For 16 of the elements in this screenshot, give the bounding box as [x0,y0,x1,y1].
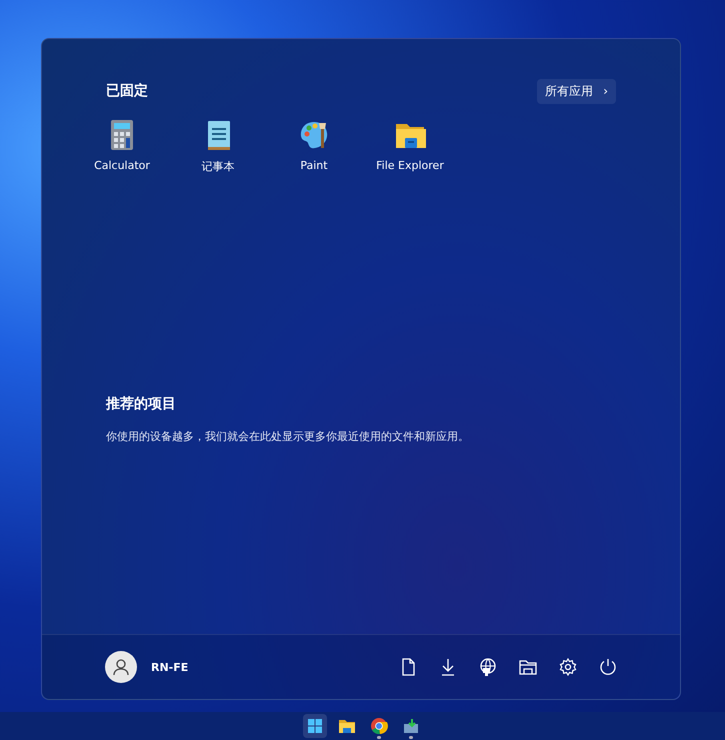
app-label[interactable]: File Explorer [376,159,444,172]
user-avatar[interactable] [105,651,137,683]
globe-icon[interactable] [478,657,498,677]
settings-icon[interactable] [558,657,578,677]
app-label[interactable]: 记事本 [202,159,234,174]
user-name[interactable]: RN-FE [151,660,188,674]
palette-icon[interactable] [298,119,330,151]
app-label[interactable]: Paint [300,159,328,172]
recommended-message: 你使用的设备越多，我们就会在此处显示更多你最近使用的文件和新应用。 [106,429,470,444]
pinned-heading: 已固定 [106,82,148,100]
recommended-heading: 推荐的项目 [106,395,177,413]
power-icon[interactable] [598,657,618,677]
app-label[interactable]: Calculator [94,159,150,172]
all-apps-button[interactable]: 所有应用 › [537,78,616,104]
taskbar-button[interactable] [302,714,326,738]
browser-icon [368,716,388,736]
